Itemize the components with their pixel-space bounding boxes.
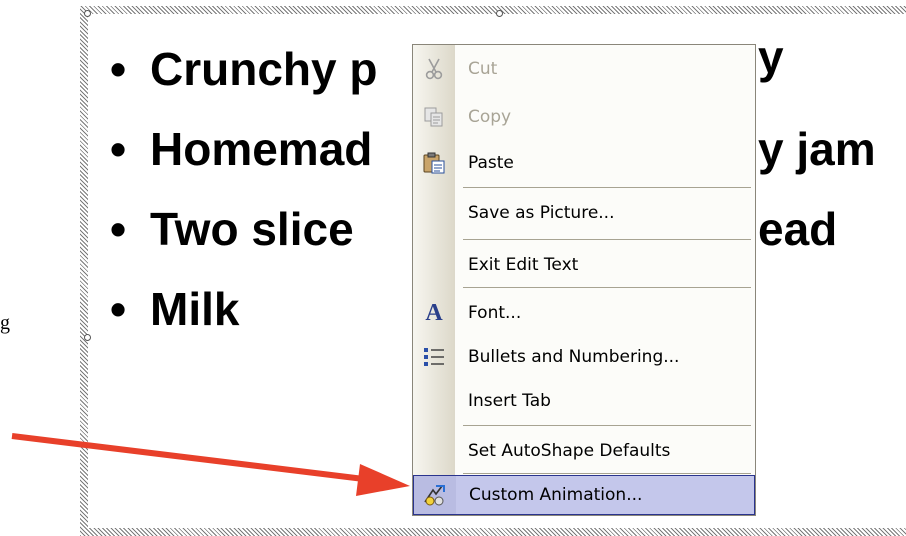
red-arrow-annotation xyxy=(11,433,410,496)
